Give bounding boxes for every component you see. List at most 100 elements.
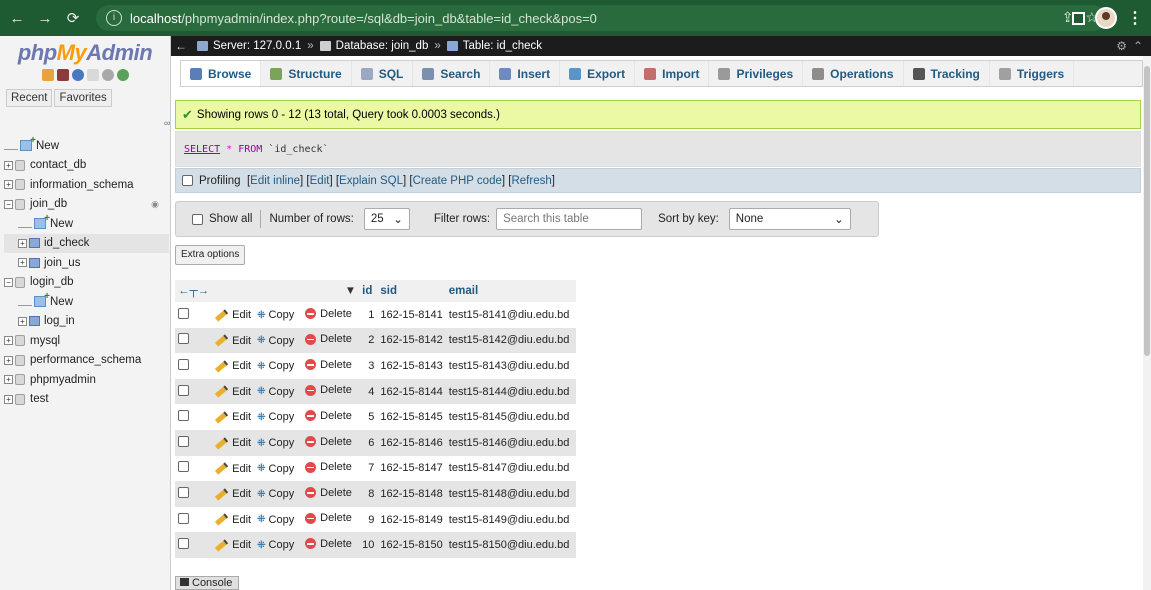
copy-button[interactable]: ⁜ Copy [257, 514, 294, 526]
copy-button[interactable]: ⁜ Copy [257, 437, 294, 449]
tab-triggers[interactable]: Triggers [990, 61, 1075, 86]
cell-sid[interactable]: 162-15-8142 [377, 327, 446, 354]
row-checkbox[interactable] [178, 486, 189, 498]
console-toggle[interactable]: Console [175, 576, 239, 590]
expand-icon[interactable]: + [4, 336, 13, 346]
breadcrumb-table[interactable]: Table: id_check [463, 40, 542, 52]
cell-id[interactable]: 8 [359, 481, 378, 507]
edit-button[interactable]: Edit [215, 360, 251, 373]
tree-item-phpmyadmin[interactable]: + phpmyadmin [4, 370, 169, 390]
expand-icon[interactable]: + [4, 160, 13, 170]
tab-privileges[interactable]: Privileges [709, 61, 804, 86]
cell-id[interactable]: 4 [359, 378, 378, 405]
collapse-nav-icon[interactable]: ← [175, 39, 187, 53]
sql-docs-icon[interactable] [86, 69, 99, 81]
tab-browse[interactable]: Browse [181, 61, 262, 86]
column-header-id[interactable]: id [359, 280, 378, 302]
cell-sid[interactable]: 162-15-8150 [377, 532, 446, 558]
docs-icon[interactable] [71, 69, 84, 81]
expand-icon[interactable]: + [18, 258, 27, 268]
scroll-top-icon[interactable]: ⌃ [1133, 39, 1143, 53]
phpmyadmin-logo[interactable]: phpMyAdmin [0, 40, 170, 66]
cell-email[interactable]: test15-8150@diu.edu.bd [445, 532, 576, 558]
edit-button[interactable]: Edit [215, 488, 251, 501]
cell-email[interactable]: test15-8142@diu.edu.bd [445, 327, 576, 354]
cell-id[interactable]: 2 [359, 327, 378, 354]
edit-button[interactable]: Edit [215, 436, 251, 450]
copy-button[interactable]: ⁜ Copy [257, 335, 294, 347]
cell-sid[interactable]: 162-15-8148 [377, 481, 446, 507]
delete-button[interactable]: Delete [305, 359, 352, 371]
column-resize-arrows[interactable]: ←┬→ [175, 280, 213, 302]
tree-item-mysql[interactable]: + mysql [4, 331, 169, 351]
cell-sid[interactable]: 162-15-8147 [377, 455, 446, 482]
explain-sql-link[interactable]: Explain SQL [339, 175, 403, 187]
edit-button[interactable]: Edit [215, 385, 251, 398]
refresh-link[interactable]: Refresh [511, 175, 551, 187]
delete-button[interactable]: Delete [305, 384, 352, 396]
show-all-checkbox[interactable] [192, 213, 203, 225]
tab-favorites[interactable]: Favorites [54, 89, 112, 107]
reload-icon[interactable]: ⟳ [62, 9, 84, 27]
tab-tracking[interactable]: Tracking [904, 61, 990, 86]
expand-icon[interactable]: + [4, 180, 13, 190]
cell-sid[interactable]: 162-15-8141 [377, 302, 446, 328]
row-checkbox[interactable] [178, 307, 189, 319]
breadcrumb-server[interactable]: Server: 127.0.0.1 [213, 40, 301, 52]
delete-button[interactable]: Delete [305, 538, 352, 550]
edit-inline-link[interactable]: Edit inline [250, 175, 300, 187]
cell-email[interactable]: test15-8141@diu.edu.bd [445, 302, 576, 328]
sql-query-box[interactable]: SELECT * FROM `id_check` [175, 131, 1141, 167]
delete-button[interactable]: Delete [305, 308, 352, 320]
breadcrumb-database[interactable]: Database: join_db [336, 40, 429, 52]
delete-button[interactable]: Delete [305, 512, 352, 524]
column-header-sid[interactable]: sid [377, 280, 446, 302]
cell-email[interactable]: test15-8149@diu.edu.bd [445, 506, 576, 533]
reload-nav-icon[interactable] [116, 69, 129, 81]
cell-sid[interactable]: 162-15-8149 [377, 506, 446, 533]
row-checkbox[interactable] [178, 384, 189, 396]
link-panel-icon[interactable]: ∞ [164, 118, 170, 128]
tree-item-New[interactable]: New [4, 291, 169, 312]
number-of-rows-select[interactable]: 25 ⌄ [363, 208, 410, 230]
copy-button[interactable]: ⁜ Copy [257, 360, 294, 372]
cell-id[interactable]: 3 [359, 353, 378, 379]
row-checkbox[interactable] [178, 435, 189, 447]
tree-item-contact-db[interactable]: + contact_db [4, 156, 169, 176]
tab-structure[interactable]: Structure [261, 61, 352, 86]
tree-item-id-check[interactable]: + id_check [4, 233, 169, 253]
extra-options-button[interactable]: Extra options [175, 245, 246, 265]
copy-button[interactable]: ⁜ Copy [257, 488, 294, 500]
delete-button[interactable]: Delete [305, 436, 352, 448]
tree-item-join-db[interactable]: − join_db ◉ [4, 195, 169, 215]
tree-item-test[interactable]: + test [4, 390, 169, 410]
tab-search[interactable]: Search [413, 61, 491, 86]
edit-button[interactable]: Edit [215, 462, 251, 475]
tree-item-New[interactable]: New [4, 213, 169, 234]
forward-icon[interactable]: → [34, 10, 56, 27]
edit-button[interactable]: Edit [215, 334, 251, 347]
site-info-icon[interactable]: i [106, 10, 122, 26]
row-checkbox[interactable] [178, 512, 189, 524]
cell-email[interactable]: test15-8144@diu.edu.bd [445, 378, 576, 405]
expand-icon[interactable]: + [4, 355, 13, 365]
row-checkbox[interactable] [178, 410, 189, 422]
cell-id[interactable]: 10 [359, 532, 378, 558]
cell-email[interactable]: test15-8146@diu.edu.bd [445, 429, 576, 456]
copy-button[interactable]: ⁜ Copy [257, 463, 294, 475]
cell-email[interactable]: test15-8145@diu.edu.bd [445, 404, 576, 430]
tree-item-information-schema[interactable]: + information_schema [4, 175, 169, 195]
create-php-code-link[interactable]: Create PHP code [413, 175, 502, 187]
sort-by-key-select[interactable]: None ⌄ [728, 208, 851, 230]
expand-icon[interactable]: + [18, 238, 27, 248]
edit-button[interactable]: Edit [215, 539, 251, 552]
cell-id[interactable]: 9 [359, 506, 378, 533]
profiling-checkbox[interactable] [182, 175, 193, 186]
tree-item-login-db[interactable]: − login_db [4, 273, 169, 293]
filter-rows-input[interactable]: Search this table [496, 208, 643, 230]
delete-button[interactable]: Delete [305, 461, 352, 473]
tab-operations[interactable]: Operations [803, 61, 904, 86]
row-checkbox[interactable] [178, 333, 189, 345]
back-icon[interactable]: ← [6, 10, 28, 27]
cell-id[interactable]: 7 [359, 455, 378, 482]
